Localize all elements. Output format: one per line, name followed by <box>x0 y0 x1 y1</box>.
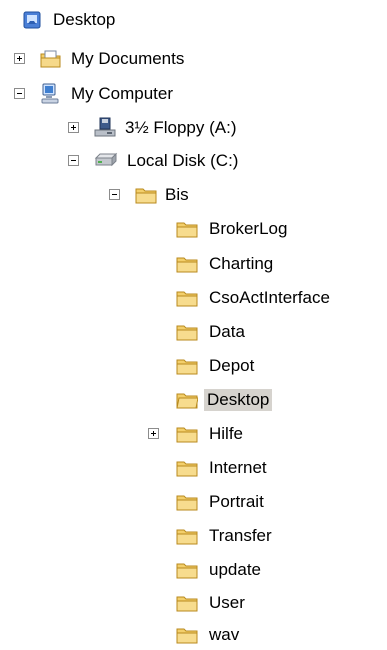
tree-item-folder[interactable]: Internet <box>0 454 330 482</box>
tree-item-folder-selected[interactable]: Desktop <box>0 386 330 414</box>
tree-item-folder[interactable]: Hilfe <box>0 420 330 448</box>
folder-icon <box>176 356 198 376</box>
my-computer-icon <box>40 83 62 104</box>
tree-item-label: Local Disk (C:) <box>127 151 239 170</box>
tree-item-folder[interactable]: wav <box>0 621 330 649</box>
tree-item-label: Desktop <box>204 389 273 411</box>
folder-tree: Desktop My Documents My Computer 3½ Flop… <box>0 0 387 648</box>
tree-item-folder[interactable]: CsoActInterface <box>0 284 387 312</box>
tree-item-folder[interactable]: Data <box>0 318 330 346</box>
tree-item-label: Transfer <box>209 526 272 545</box>
tree-item-label: Data <box>209 322 245 341</box>
floppy-drive-icon <box>94 117 116 137</box>
expand-plus-icon[interactable] <box>148 428 159 439</box>
tree-item-label: User <box>209 593 245 612</box>
tree-item-label: wav <box>209 625 240 644</box>
tree-item-label: My Computer <box>71 84 174 103</box>
folder-icon <box>176 254 198 274</box>
tree-item-label: Internet <box>209 458 267 477</box>
folder-icon <box>176 593 198 613</box>
folder-icon <box>135 185 157 205</box>
collapse-minus-icon[interactable] <box>68 155 79 166</box>
folder-icon <box>176 526 198 546</box>
tree-item-folder[interactable]: update <box>0 556 330 584</box>
tree-item-label: Portrait <box>209 492 264 511</box>
tree-item-label: Depot <box>209 356 255 375</box>
tree-item-label: Bis <box>165 185 189 204</box>
tree-item-label: 3½ Floppy (A:) <box>125 118 237 137</box>
tree-item-folder[interactable]: Transfer <box>0 522 330 550</box>
my-documents-icon <box>40 49 62 69</box>
tree-item-floppy[interactable]: 3½ Floppy (A:) <box>0 114 300 142</box>
folder-icon <box>176 219 198 239</box>
tree-item-label: Charting <box>209 254 274 273</box>
folder-icon <box>176 288 198 308</box>
folder-icon <box>176 458 198 478</box>
tree-item-local-disk[interactable]: Local Disk (C:) <box>0 147 320 175</box>
folder-icon <box>176 560 198 580</box>
expand-plus-icon[interactable] <box>14 53 25 64</box>
folder-icon <box>176 625 198 645</box>
collapse-minus-icon[interactable] <box>109 189 120 200</box>
expand-plus-icon[interactable] <box>68 122 79 133</box>
folder-icon <box>176 322 198 342</box>
tree-item-desktop[interactable]: Desktop <box>0 6 200 34</box>
tree-item-bis[interactable]: Bis <box>0 181 220 209</box>
tree-item-folder[interactable]: Charting <box>0 250 330 278</box>
tree-item-label: My Documents <box>71 49 185 68</box>
tree-item-label: Hilfe <box>209 424 244 443</box>
tree-item-label: Desktop <box>53 10 116 29</box>
desktop-icon <box>22 10 44 30</box>
tree-item-folder[interactable]: Depot <box>0 352 330 380</box>
tree-item-label: update <box>209 560 261 579</box>
tree-item-label: BrokerLog <box>209 219 288 238</box>
tree-item-label: CsoActInterface <box>209 288 330 307</box>
folder-open-icon <box>176 390 199 410</box>
tree-item-folder[interactable]: Portrait <box>0 488 330 516</box>
collapse-minus-icon[interactable] <box>14 88 25 99</box>
tree-item-my-documents[interactable]: My Documents <box>0 45 260 73</box>
tree-item-my-computer[interactable]: My Computer <box>0 80 260 108</box>
folder-icon <box>176 424 198 444</box>
tree-item-folder[interactable]: BrokerLog <box>0 215 330 243</box>
folder-icon <box>176 492 198 512</box>
tree-item-folder[interactable]: User <box>0 589 330 617</box>
hard-disk-icon <box>94 152 118 172</box>
